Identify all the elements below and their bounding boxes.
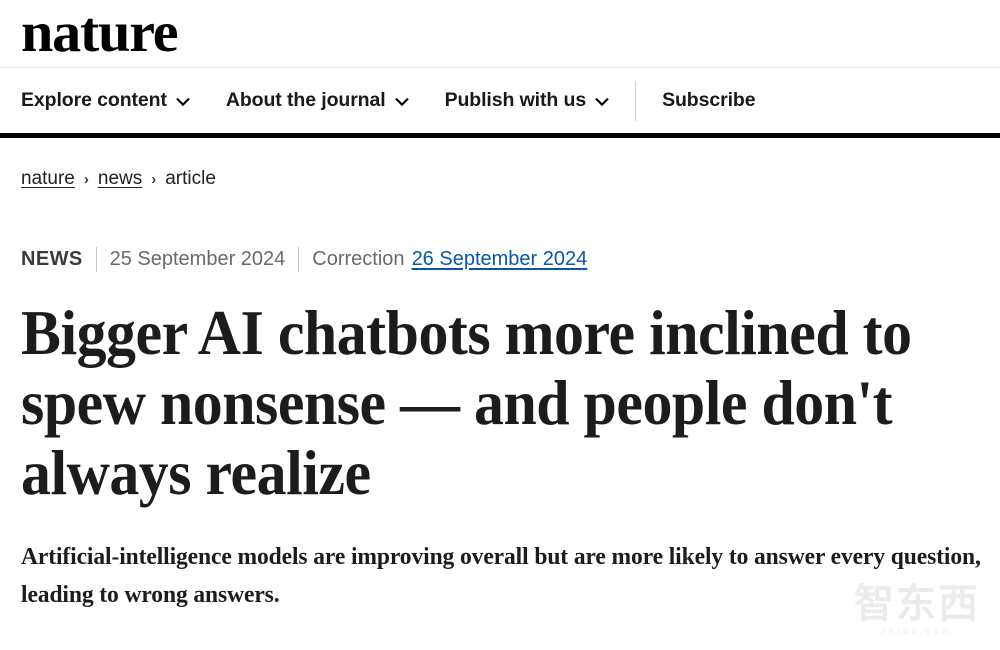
chevron-down-icon xyxy=(394,95,409,109)
nav-list: Explore content About the journal Publis… xyxy=(21,68,791,133)
article-standfirst: Artificial-intelligence models are impro… xyxy=(21,543,981,608)
nav-item-label: Subscribe xyxy=(662,89,756,111)
page-title: Bigger AI chatbots more inclined to spew… xyxy=(21,298,912,508)
nav-item-subscribe[interactable]: Subscribe xyxy=(662,68,755,133)
nav-item-explore-content[interactable]: Explore content xyxy=(21,68,190,133)
watermark-url: zhidx.com xyxy=(880,627,953,636)
site-masthead: nature xyxy=(0,0,1000,68)
correction-label: Correction xyxy=(312,248,405,270)
nav-item-label: Publish with us xyxy=(444,89,587,111)
breadcrumb-item-nature[interactable]: nature xyxy=(21,168,75,190)
breadcrumb-item-news[interactable]: news xyxy=(98,168,142,190)
correction-date-link[interactable]: 26 September 2024 xyxy=(412,248,588,271)
primary-navigation: Explore content About the journal Publis… xyxy=(0,68,1000,138)
article-meta: NEWS 25 September 2024 Correction 26 Sep… xyxy=(21,247,979,272)
breadcrumb: nature › news › article xyxy=(21,168,979,190)
nav-item-label: Explore content xyxy=(21,89,167,111)
article-main: nature › news › article NEWS 25 Septembe… xyxy=(0,168,1000,614)
breadcrumb-separator-icon: › xyxy=(151,170,157,188)
chevron-down-icon xyxy=(595,95,609,109)
breadcrumb-separator-icon: › xyxy=(83,170,89,188)
meta-separator xyxy=(298,247,300,272)
article-type-badge: NEWS xyxy=(21,248,83,270)
breadcrumb-item-article: article xyxy=(165,168,216,189)
nature-logo[interactable]: nature xyxy=(21,4,179,61)
nav-item-about-the-journal[interactable]: About the journal xyxy=(226,68,409,133)
nav-divider xyxy=(635,80,637,121)
nav-item-publish-with-us[interactable]: Publish with us xyxy=(445,68,610,133)
meta-separator xyxy=(95,247,97,272)
nav-item-label: About the journal xyxy=(225,89,386,111)
chevron-down-icon xyxy=(176,95,190,109)
published-date: 25 September 2024 xyxy=(109,248,286,270)
